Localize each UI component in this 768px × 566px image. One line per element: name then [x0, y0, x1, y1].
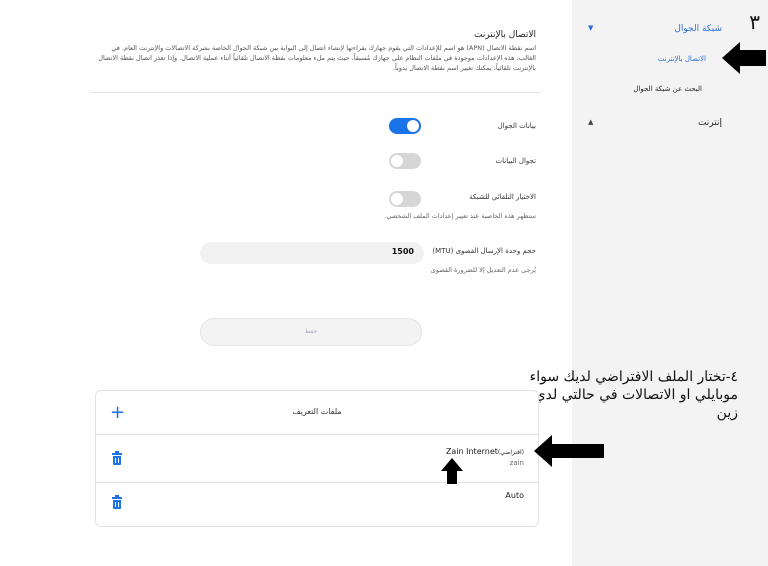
profile-row[interactable]: Zain Internet(افتراضي) zain	[96, 435, 538, 483]
add-icon[interactable]: +	[110, 402, 125, 423]
mtu-note: يُرجى عدم التعديل إلا للضرورة القصوى	[430, 266, 536, 274]
auto-network-label: الاختيار التلقائي للشبكة	[469, 193, 536, 201]
page-description: اسم نقطة الاتصال (APN) هو اسم للإعدادات …	[98, 44, 536, 73]
data-roaming-label: تجوال البيانات	[495, 157, 536, 165]
sidebar-item-internet[interactable]: إنترنت	[698, 118, 722, 128]
annotation-arrow-left-icon	[534, 435, 604, 467]
data-roaming-toggle[interactable]	[389, 153, 421, 169]
profiles-card: ملفات التعريف + Zain Internet(افتراضي) z…	[95, 390, 539, 527]
annotation-text: ٤-تختار الملف الافتراضي لديك سواء موبايل…	[529, 369, 738, 422]
profile-sub: zain	[509, 459, 524, 467]
mtu-label: حجم وحدة الإرسال القصوى (MTU)	[432, 247, 536, 255]
step-number: ٣	[749, 10, 760, 34]
collapse-icon[interactable]: ▲	[588, 118, 593, 126]
sidebar-item-internet-connection[interactable]: الاتصال بالإنترنت	[658, 55, 706, 63]
mtu-input[interactable]: 1500	[200, 242, 424, 264]
sidebar-item-mobile-network[interactable]: شبكة الجوال	[674, 24, 722, 34]
annotation-arrow-left-icon	[722, 42, 766, 74]
mobile-data-toggle[interactable]	[389, 118, 421, 134]
profiles-header: ملفات التعريف +	[96, 391, 538, 435]
page-title: الاتصال بالإنترنت	[474, 30, 536, 40]
profiles-title: ملفات التعريف	[292, 407, 342, 416]
divider	[90, 92, 540, 93]
save-button[interactable]: حفظ	[200, 318, 422, 346]
profile-row[interactable]: Auto	[96, 483, 538, 528]
auto-network-note: ستظهر هذه الخاصية عند تغيير إعدادات المل…	[384, 212, 536, 220]
profile-name: Auto	[505, 491, 524, 500]
trash-icon[interactable]	[112, 451, 122, 465]
sidebar-item-search-mobile-network[interactable]: البحث عن شبكة الجوال	[633, 85, 702, 93]
expand-icon[interactable]: ▼	[588, 24, 593, 32]
trash-icon[interactable]	[112, 495, 122, 509]
mobile-data-label: بيانات الجوال	[497, 122, 536, 130]
auto-network-toggle[interactable]	[389, 191, 421, 207]
profile-name: Zain Internet(افتراضي)	[445, 447, 524, 456]
annotation-arrow-up-icon	[441, 458, 463, 484]
page: ٣ شبكة الجوال ▼ الاتصال بالإنترنت البحث …	[0, 0, 768, 566]
sidebar: ٣ شبكة الجوال ▼ الاتصال بالإنترنت البحث …	[572, 0, 768, 566]
